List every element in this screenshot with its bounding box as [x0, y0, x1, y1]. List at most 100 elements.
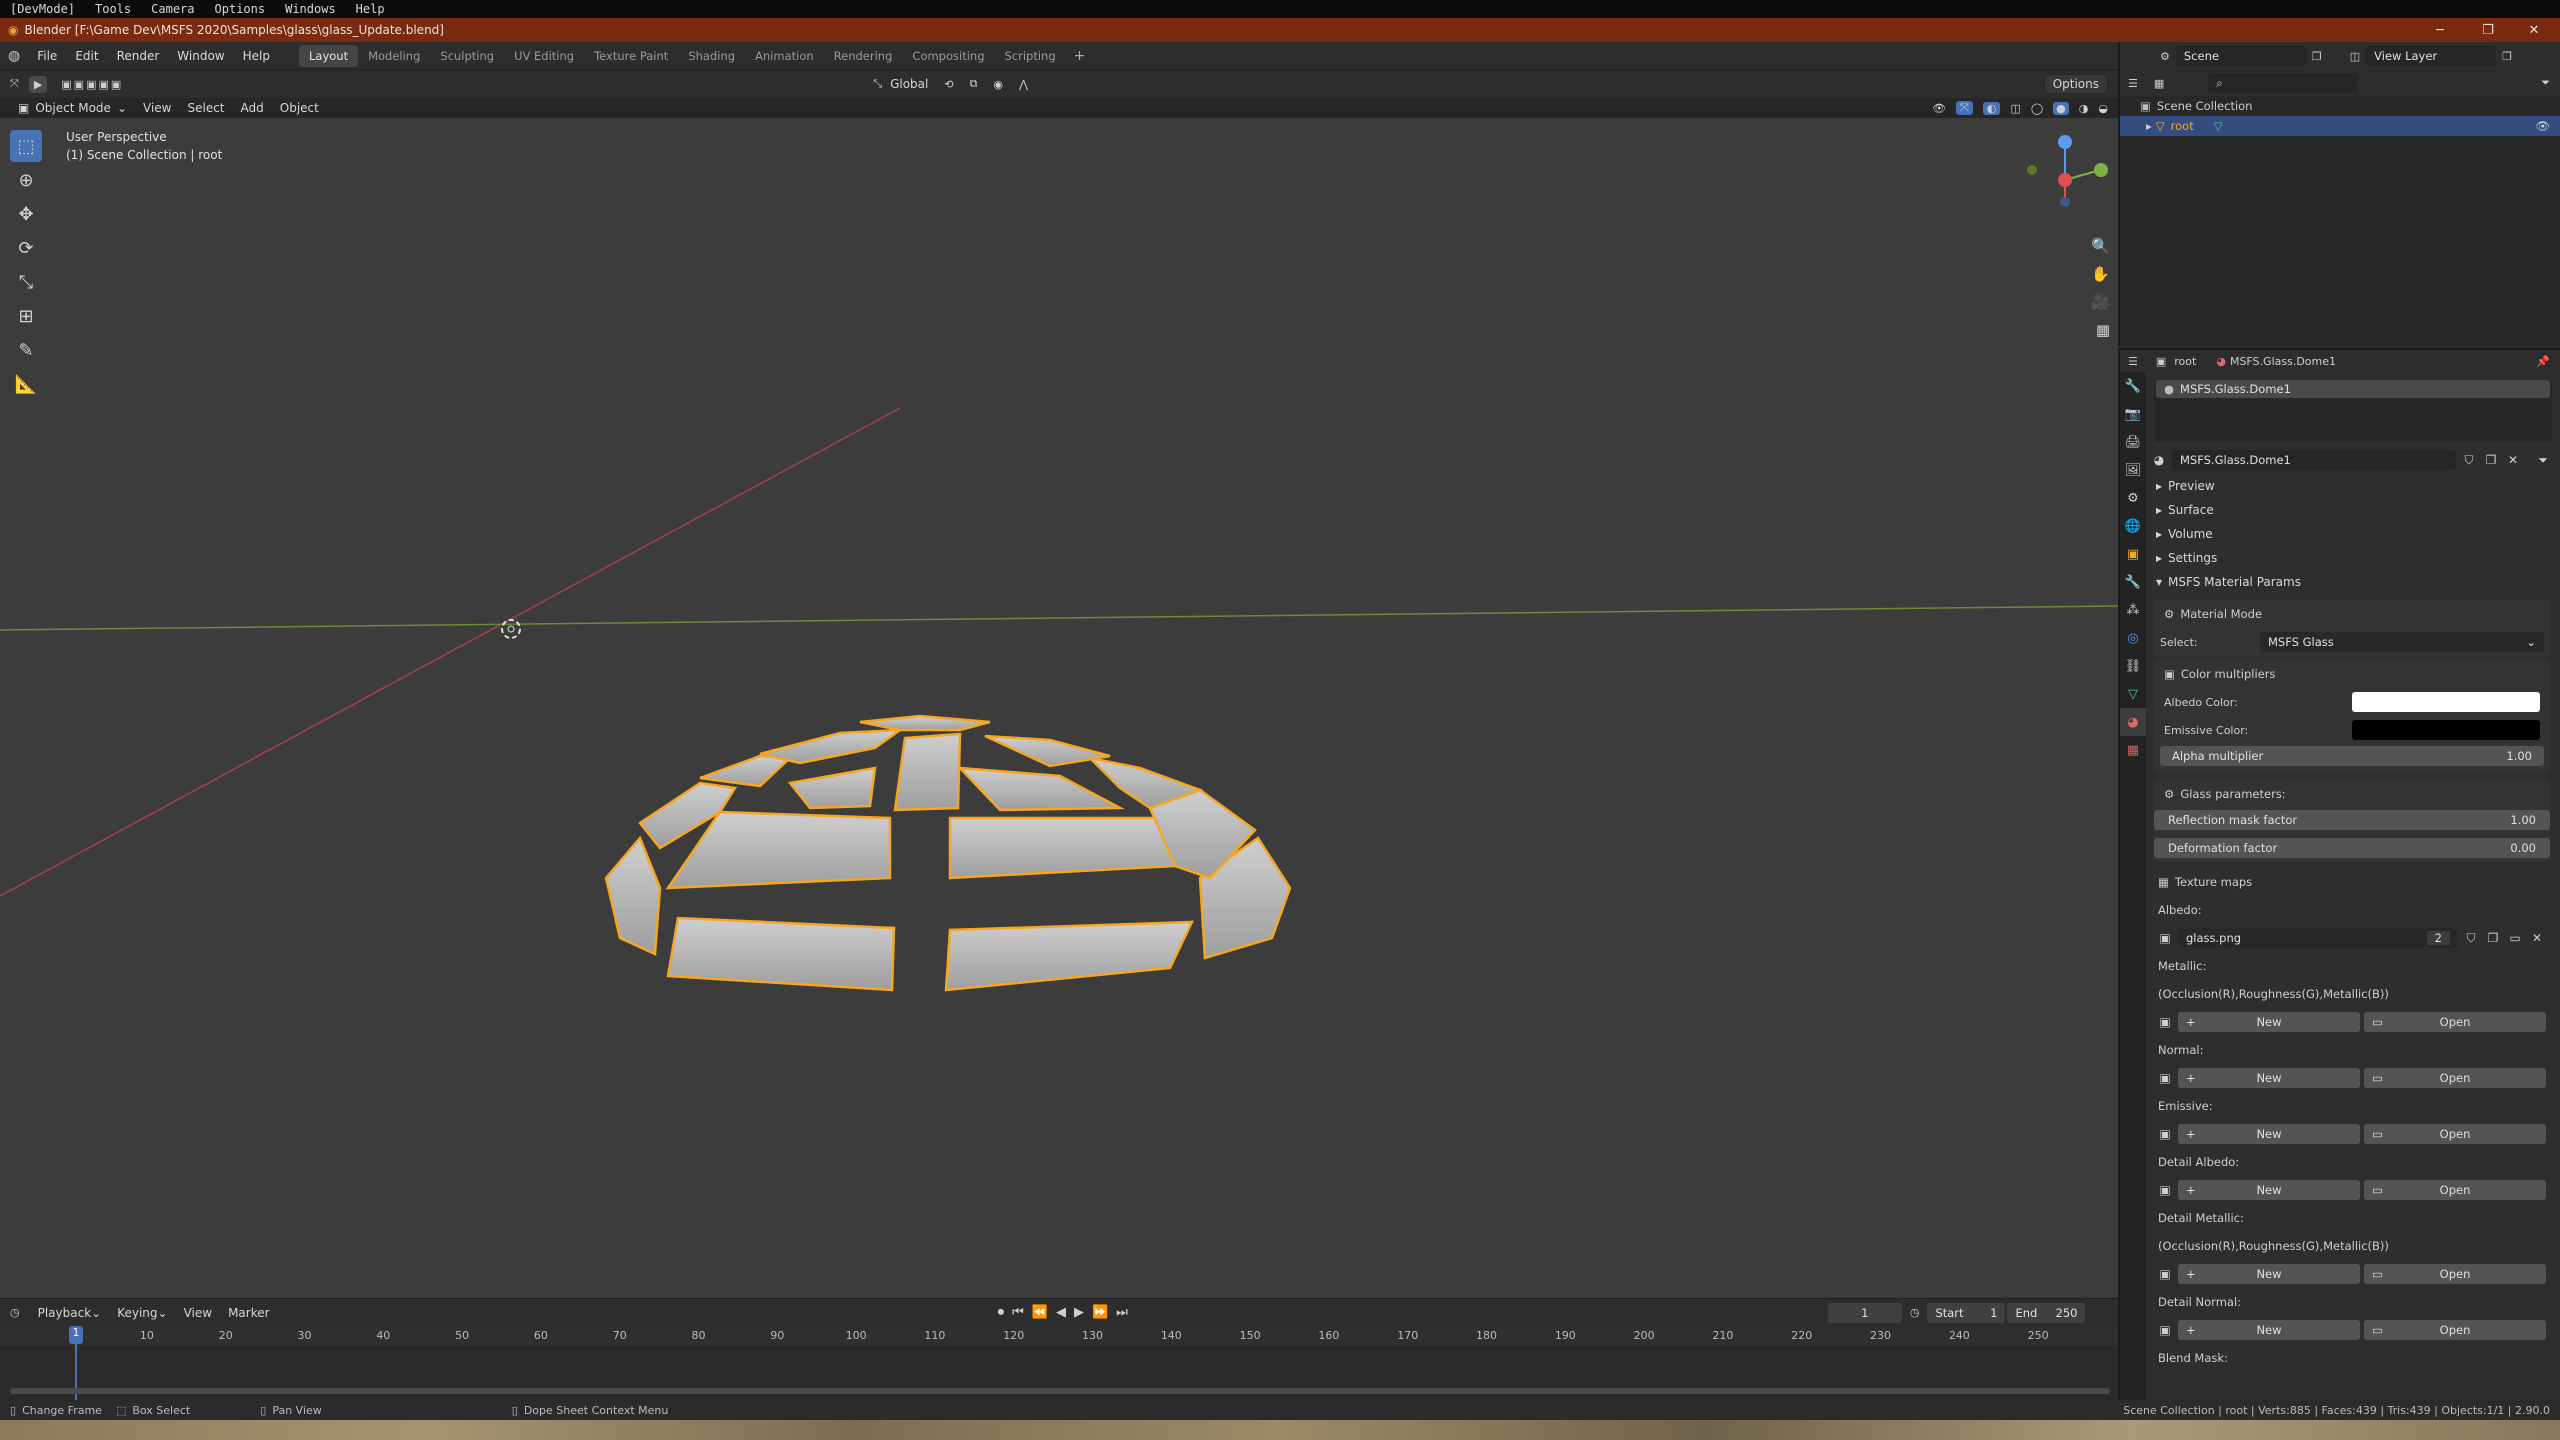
menu-view[interactable]: View [135, 98, 179, 118]
expand-arrow-icon[interactable]: ▸ [2146, 119, 2152, 133]
xray-icon[interactable]: ◫ [2010, 102, 2020, 115]
end-frame-field[interactable]: End 250 [2007, 1302, 2086, 1323]
metallic-new-button[interactable]: + New [2178, 1012, 2360, 1032]
alpha-multiplier-slider[interactable]: Alpha multiplier 1.00 [2160, 746, 2544, 766]
menu-file[interactable]: File [28, 49, 66, 63]
image-browse-icon[interactable]: ▣ [2156, 1069, 2174, 1087]
detail-normal-new-button[interactable]: + New [2178, 1320, 2360, 1340]
3d-viewport[interactable] [0, 118, 2118, 1298]
material-shading-icon[interactable]: ◑ [2079, 102, 2089, 115]
menu-help[interactable]: Help [234, 49, 279, 63]
wireframe-shading-icon[interactable]: ◯ [2031, 102, 2043, 115]
menu-timeline-view[interactable]: View [176, 1303, 220, 1323]
menu-object[interactable]: Object [272, 98, 327, 118]
emissive-color-swatch[interactable] [2352, 720, 2540, 740]
image-browse-icon[interactable]: ▣ [2156, 1181, 2174, 1199]
normal-new-button[interactable]: + New [2178, 1068, 2360, 1088]
select-tool-icon[interactable]: ▶ [28, 75, 48, 93]
record-icon[interactable]: ⏺ [998, 1305, 1005, 1320]
pan-hand-icon[interactable]: ✋ [2020, 265, 2110, 283]
current-frame-field[interactable]: 1 [1827, 1302, 1902, 1323]
unlink-material-icon[interactable]: ✕ [2504, 451, 2522, 469]
properties-editor-icon[interactable]: ☰ [2120, 355, 2146, 368]
deformation-factor-slider[interactable]: Deformation factor 0.00 [2154, 838, 2550, 858]
view-layer-field[interactable]: View Layer [2366, 46, 2497, 66]
pin-icon[interactable]: 📌 [2536, 355, 2560, 368]
image-browse-icon[interactable]: ▣ [2156, 1265, 2174, 1283]
editor-type-icon[interactable]: ⤧ [0, 77, 29, 91]
timeline[interactable]: 10 20 30 40 50 60 70 80 90 100 110 120 130 140 150 160 1… [0, 1326, 2118, 1402]
orientation-dropdown[interactable]: Global [882, 74, 936, 94]
object-mode-dropdown[interactable]: ▣ Object Mode ⌄ [10, 98, 135, 118]
menu-window[interactable]: Window [168, 49, 233, 63]
emissive-new-button[interactable]: + New [2178, 1124, 2360, 1144]
new-view-layer-icon[interactable]: ❐ [2496, 50, 2518, 63]
image-browse-icon[interactable]: ▣ [2156, 1321, 2174, 1339]
albedo-texture-field[interactable]: glass.png 2 [2178, 928, 2458, 948]
annotate-tool-icon[interactable]: ✎ [10, 334, 42, 366]
scale-tool-icon[interactable]: ⤡ [10, 266, 42, 298]
reflection-mask-slider[interactable]: Reflection mask factor 1.00 [2154, 810, 2550, 830]
filter-icon[interactable]: ⏷ [2531, 76, 2560, 90]
minimize-button[interactable]: ─ [2420, 18, 2460, 42]
panel-volume[interactable]: ▸ Volume [2146, 522, 2560, 546]
normal-open-button[interactable]: ▭ Open [2364, 1068, 2546, 1088]
tab-modeling[interactable]: Modeling [358, 45, 430, 67]
menu-edit[interactable]: Edit [66, 49, 107, 63]
tab-uv-editing[interactable]: UV Editing [504, 45, 584, 67]
texture-tab-icon[interactable]: ▦ [2120, 736, 2146, 764]
tab-texture-paint[interactable]: Texture Paint [584, 45, 678, 67]
jump-end-icon[interactable]: ⏭ [1116, 1305, 1128, 1320]
sys-menu-camera[interactable]: Camera [151, 2, 194, 16]
falloff-icon[interactable]: ⋀ [1011, 78, 1036, 91]
material-filter-icon[interactable]: ⏷ [2534, 451, 2552, 469]
select-box-tool-icon[interactable]: ⬚ [10, 130, 42, 162]
image-browse-icon[interactable]: ▣ [2156, 1013, 2174, 1031]
outliner-scene-collection[interactable]: ▣ Scene Collection [2120, 96, 2560, 116]
metallic-open-button[interactable]: ▭ Open [2364, 1012, 2546, 1032]
image-browse-icon[interactable]: ▣ [2156, 1125, 2174, 1143]
tab-layout[interactable]: Layout [298, 44, 359, 67]
tool-tab-icon[interactable]: 🔧 [2120, 372, 2146, 400]
duplicate-image-icon[interactable]: ❐ [2484, 929, 2502, 947]
world-tab-icon[interactable]: 🌐 [2120, 512, 2146, 540]
material-tab-icon[interactable]: ◕ [2120, 708, 2146, 736]
outliner-item-root[interactable]: ▸ ▽ root ▽ 👁 [2120, 116, 2560, 136]
scene-field[interactable]: Scene [2175, 46, 2306, 66]
menu-select[interactable]: Select [179, 98, 232, 118]
panel-preview[interactable]: ▸ Preview [2146, 474, 2560, 498]
measure-tool-icon[interactable]: 📐 [10, 368, 42, 400]
tab-compositing[interactable]: Compositing [902, 45, 994, 67]
detail-albedo-new-button[interactable]: + New [2178, 1180, 2360, 1200]
emissive-open-button[interactable]: ▭ Open [2364, 1124, 2546, 1144]
panel-surface[interactable]: ▸ Surface [2146, 498, 2560, 522]
use-preview-range-icon[interactable]: ◷ [1902, 1306, 1928, 1319]
jump-keyframe-forward-icon[interactable]: ⏩ [1092, 1305, 1108, 1320]
new-scene-icon[interactable]: ❐ [2306, 50, 2328, 63]
axis-gizmo[interactable] [2020, 128, 2110, 228]
constraints-tab-icon[interactable]: ⛓ [2120, 652, 2146, 680]
material-name-field[interactable]: MSFS.Glass.Dome1 [2172, 450, 2456, 470]
tab-scripting[interactable]: Scripting [995, 45, 1066, 67]
view-layer-tab-icon[interactable]: 🖼 [2120, 456, 2146, 484]
panel-settings[interactable]: ▸ Settings [2146, 546, 2560, 570]
tab-shading[interactable]: Shading [678, 45, 745, 67]
scene-icon[interactable]: ⚙ [2120, 50, 2176, 63]
menu-render[interactable]: Render [108, 49, 169, 63]
rendered-shading-icon[interactable]: ◒ [2098, 102, 2108, 115]
overlays-icon[interactable]: ◐ [1982, 101, 2001, 115]
outliner-editor-icon[interactable]: ☰ [2120, 77, 2146, 90]
cursor-tool-icon[interactable]: ⊕ [10, 164, 42, 196]
detail-metallic-open-button[interactable]: ▭ Open [2364, 1264, 2546, 1284]
jump-keyframe-back-icon[interactable]: ⏪ [1032, 1305, 1048, 1320]
object-tab-icon[interactable]: ▣ [2120, 540, 2146, 568]
select-mode-icons[interactable]: ▣▣▣▣▣ [47, 78, 123, 91]
data-tab-icon[interactable]: ▽ [2120, 680, 2146, 708]
fake-user-icon[interactable]: ⛉ [2462, 929, 2480, 947]
timeline-editor-icon[interactable]: ◷ [0, 1306, 30, 1319]
display-mode-icon[interactable]: ▦ [2146, 77, 2172, 90]
rotate-tool-icon[interactable]: ⟳ [10, 232, 42, 264]
sys-menu-windows[interactable]: Windows [285, 2, 336, 16]
jump-start-icon[interactable]: ⏮ [1012, 1305, 1024, 1320]
detail-albedo-open-button[interactable]: ▭ Open [2364, 1180, 2546, 1200]
